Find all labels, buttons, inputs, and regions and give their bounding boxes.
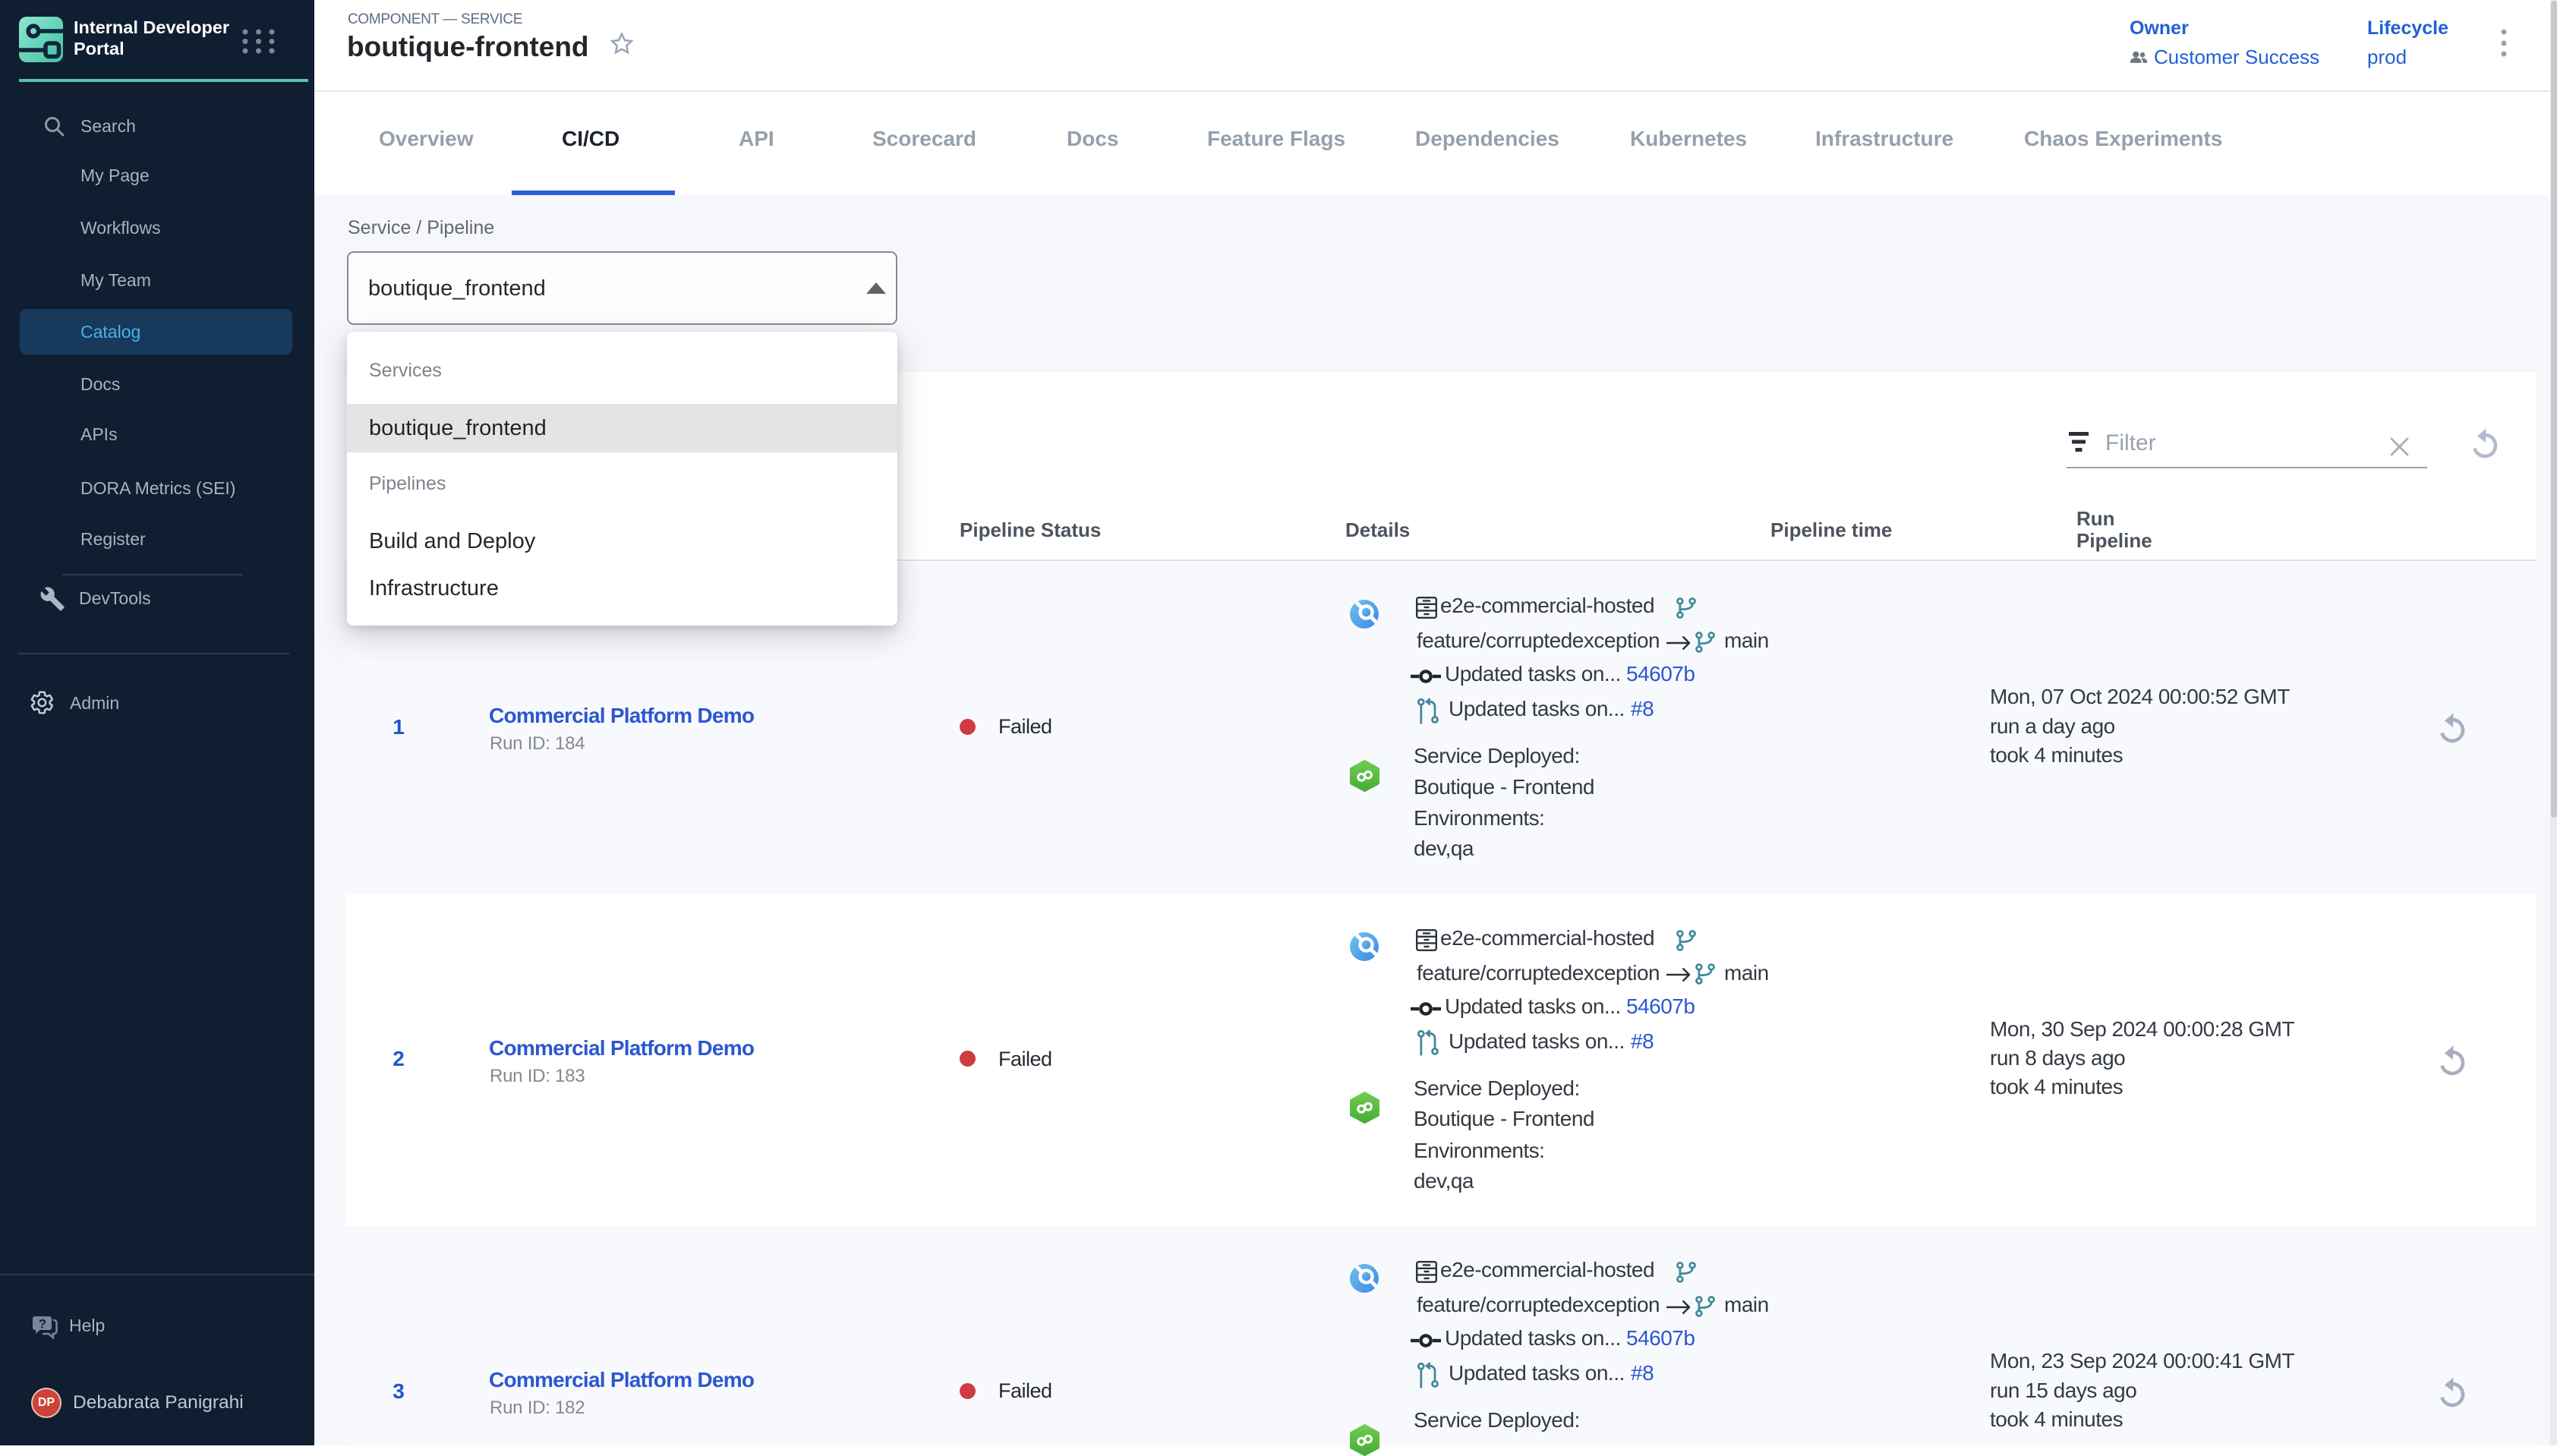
svg-text:?: ? <box>39 1317 46 1332</box>
